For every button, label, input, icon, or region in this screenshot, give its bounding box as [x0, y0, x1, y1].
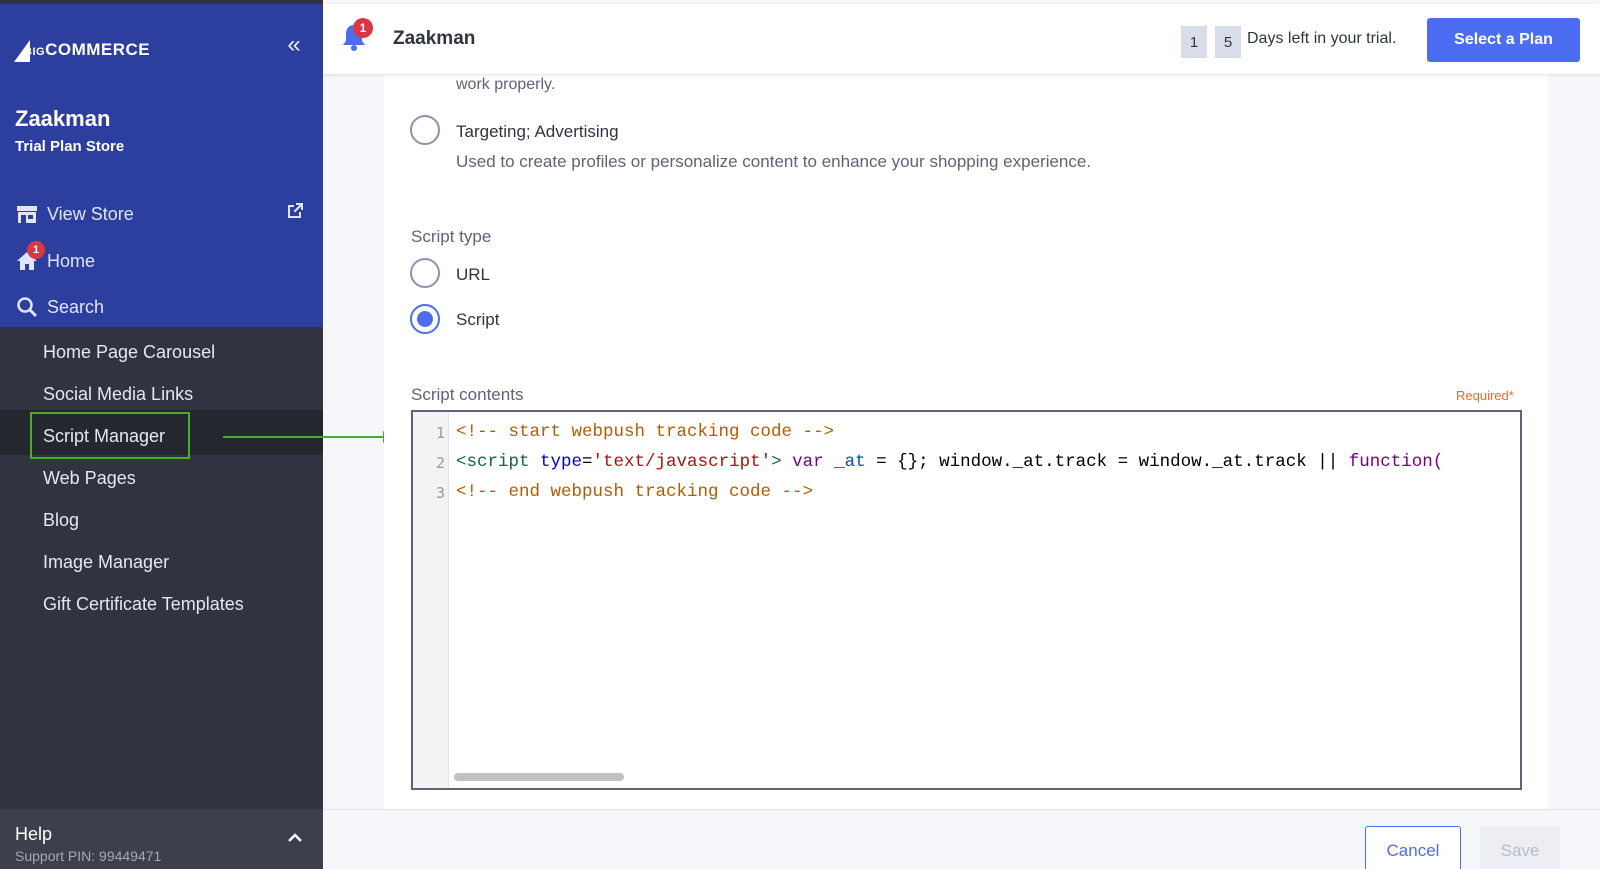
code-comment: <!-- start webpush tracking code --> [456, 422, 835, 442]
code-line-2[interactable]: <script type='text/javascript'> var _at … [456, 452, 1443, 472]
days-left-digit-2: 5 [1215, 26, 1241, 58]
select-plan-button[interactable]: Select a Plan [1427, 18, 1580, 62]
support-pin: Support PIN: 99449471 [15, 848, 162, 864]
targeting-label: Targeting; Advertising [456, 122, 619, 141]
help-panel[interactable]: Help Support PIN: 99449471 [0, 809, 323, 869]
script-manager-highlight [30, 412, 190, 459]
script-type-label: Script type [411, 227, 492, 246]
trial-text: Days left in your trial. [1247, 30, 1397, 47]
top-header: 1 Zaakman 1 5 Days left in your trial. S… [323, 4, 1600, 74]
script-contents-label: Script contents [411, 385, 524, 404]
code-attr: type [529, 452, 583, 472]
code-keyword: function( [1348, 452, 1444, 472]
required-marker: Required* [1456, 388, 1514, 403]
script-contents-editor[interactable]: 1 2 3 <!-- start webpush tracking code -… [411, 410, 1522, 790]
sub-item-image-manager[interactable]: Image Manager [43, 550, 169, 574]
form-footer: Cancel Save [323, 809, 1600, 869]
sidebar-store-name: Zaakman [15, 106, 111, 131]
script-type-script-radio[interactable] [410, 304, 440, 334]
sub-item-gift-certificate-templates[interactable]: Gift Certificate Templates [43, 592, 244, 616]
search-icon [15, 295, 39, 319]
logo-rest-text: COMMERCE [45, 40, 151, 59]
logo-big-text: BIG [24, 46, 46, 58]
sub-item-web-pages[interactable]: Web Pages [43, 466, 136, 490]
nav-home[interactable]: 1 Home [15, 241, 96, 274]
prev-description-tail: work properly. [456, 76, 556, 93]
nav-search[interactable]: Search [15, 294, 104, 320]
nav-home-label: Home [47, 250, 96, 271]
code-comment: <!-- end webpush tracking code --> [456, 482, 814, 502]
targeting-description: Used to create profiles or personalize c… [456, 152, 1092, 171]
home-badge: 1 [27, 241, 45, 259]
nav-view-store-label: View Store [47, 203, 134, 224]
days-left-digit-1: 1 [1181, 26, 1207, 58]
code-eq: = [582, 452, 593, 472]
sidebar-store-plan: Trial Plan Store [15, 138, 125, 155]
notification-badge: 1 [353, 18, 373, 38]
cancel-button[interactable]: Cancel [1365, 826, 1461, 869]
save-button[interactable]: Save [1480, 826, 1560, 869]
editor-horizontal-scrollbar[interactable] [454, 773, 624, 781]
code-tag-close: > [771, 452, 782, 472]
script-type-url-label: URL [456, 265, 491, 284]
nav-search-label: Search [47, 296, 105, 317]
store-icon [15, 202, 39, 226]
code-tag-open: <script [456, 452, 530, 472]
code-plain: = {}; window._at.track = window._at.trac… [865, 452, 1349, 472]
code-keyword: var [781, 452, 824, 472]
help-title: Help [15, 824, 53, 844]
line-number: 3 [435, 484, 445, 502]
nav-view-store[interactable]: View Store [15, 201, 134, 227]
header-store-name: Zaakman [393, 28, 476, 49]
sub-item-blog[interactable]: Blog [43, 508, 79, 532]
annotation-arrow-icon [223, 431, 397, 443]
code-line-3[interactable]: <!-- end webpush tracking code --> [456, 482, 813, 502]
targeting-radio[interactable] [410, 115, 440, 145]
line-number: 2 [435, 454, 445, 472]
sub-item-social-media-links[interactable]: Social Media Links [43, 382, 193, 406]
script-type-script-label: Script [456, 310, 500, 329]
home-icon: 1 [15, 241, 45, 273]
chevron-up-icon[interactable] [286, 829, 304, 847]
code-variable: _at [823, 452, 866, 472]
line-number: 1 [435, 424, 445, 442]
code-line-1[interactable]: <!-- start webpush tracking code --> [456, 422, 834, 442]
app: BIGCOMMERCE « Zaakman Trial Plan Store V… [0, 0, 1600, 869]
sidebar-header: BIGCOMMERCE « Zaakman Trial Plan Store V… [0, 4, 323, 327]
code-string: 'text/javascript' [592, 452, 772, 472]
external-link-icon[interactable] [286, 202, 304, 220]
collapse-sidebar-icon[interactable]: « [282, 33, 306, 58]
bigcommerce-logo[interactable]: BIGCOMMERCE [14, 34, 150, 62]
sub-item-home-page-carousel[interactable]: Home Page Carousel [43, 340, 215, 364]
editor-gutter: 1 2 3 [413, 412, 449, 788]
script-type-url-radio[interactable] [410, 258, 440, 288]
